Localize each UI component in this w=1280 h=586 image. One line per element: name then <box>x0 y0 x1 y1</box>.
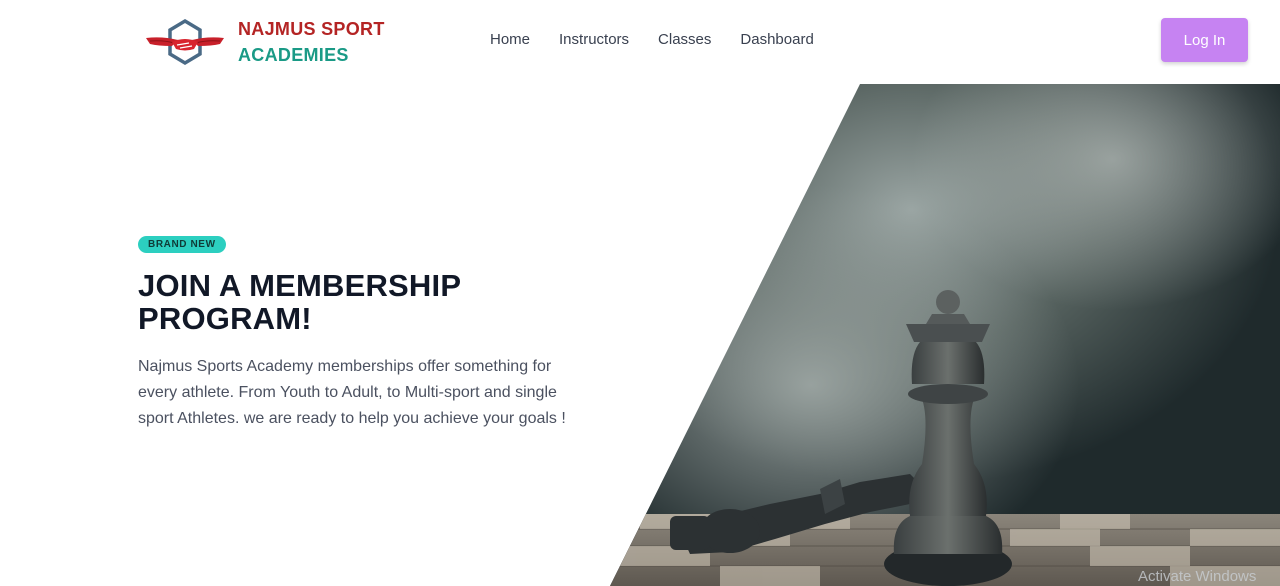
brand-line-2: ACADEMIES <box>238 45 349 65</box>
nav-classes[interactable]: Classes <box>658 31 711 48</box>
os-watermark: Activate Windows <box>1138 568 1257 585</box>
brand-name: NAJMUS SPORT ACADEMIES <box>238 16 385 68</box>
brand-new-badge: BRAND NEW <box>138 236 226 253</box>
nav-dashboard[interactable]: Dashboard <box>740 31 813 48</box>
handshake-wings-icon <box>146 18 224 66</box>
hero-description: Najmus Sports Academy memberships offer … <box>138 358 566 427</box>
logo[interactable]: NAJMUS SPORT ACADEMIES <box>144 16 385 68</box>
site-header: NAJMUS SPORT ACADEMIES Home Instructors … <box>0 0 1280 84</box>
brand-line-1: NAJMUS SPORT <box>238 19 385 39</box>
chess-pieces-smoke-image <box>610 84 1280 586</box>
main-nav: Home Instructors Classes Dashboard <box>490 31 814 48</box>
nav-home[interactable]: Home <box>490 31 530 48</box>
hero-title: JOIN A MEMBERSHIP PROGRAM! <box>138 268 461 336</box>
login-button[interactable]: Log In <box>1161 18 1248 62</box>
hero-content: BRAND NEW JOIN A MEMBERSHIP PROGRAM! Naj… <box>138 234 578 432</box>
nav-instructors[interactable]: Instructors <box>559 31 629 48</box>
